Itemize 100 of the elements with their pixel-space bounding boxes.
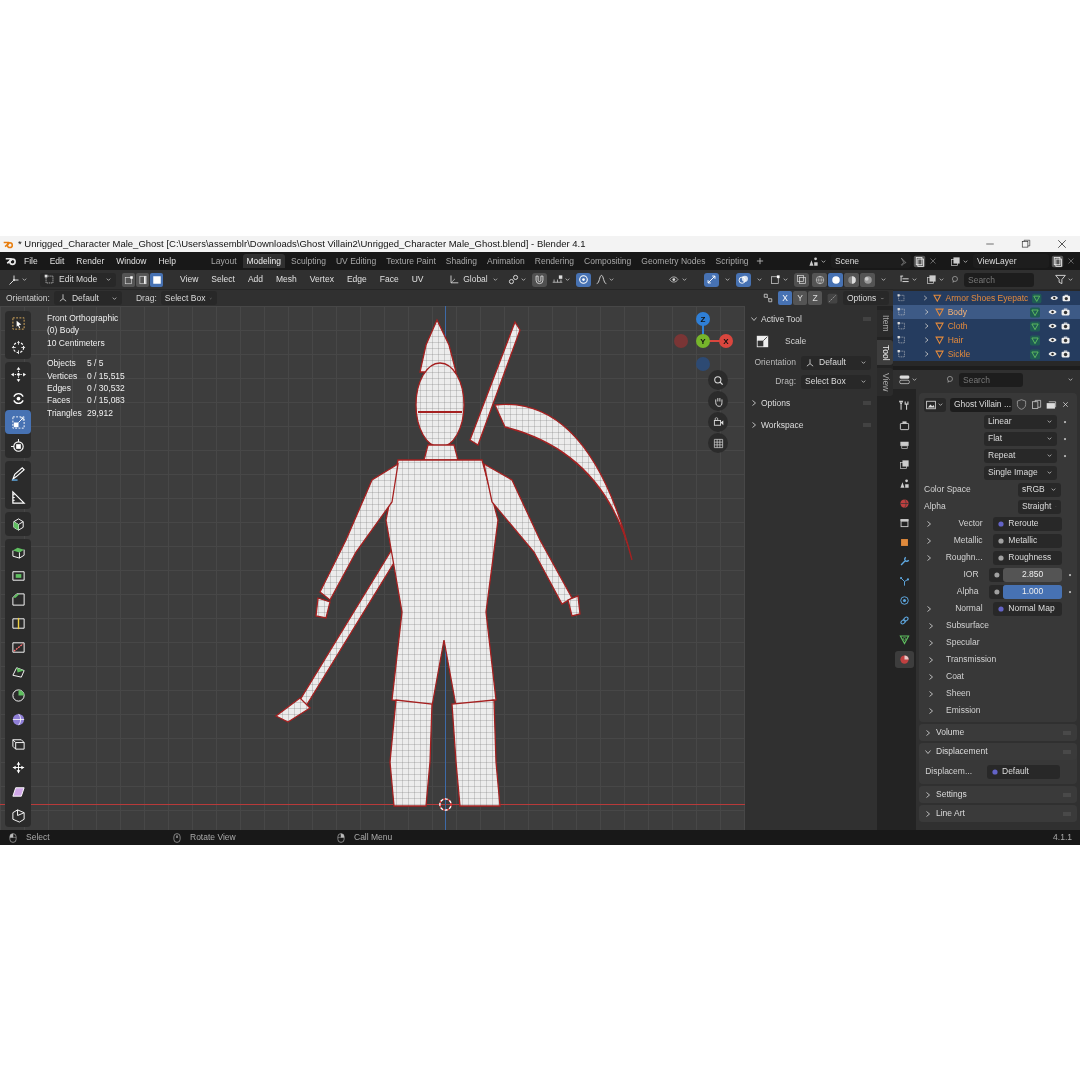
workspace-tab[interactable]: Scripting [711,253,753,269]
sidebar-tab[interactable]: Item [877,310,893,337]
field-dropdown[interactable]: Straight [1018,499,1061,514]
stat-label: Edges [47,382,73,395]
status-hint: Rotate View [190,832,236,843]
subpanel-title: Specular [946,637,980,648]
panel-title: Active Tool [761,313,802,325]
stat-label: Objects [47,357,77,370]
link-field[interactable]: Default [987,764,1060,779]
field-label: Drag: [774,376,796,387]
stat-value: 5 / 5 [87,357,105,370]
menu-item[interactable]: View [175,273,204,286]
viewport-info-text: Front Orthographic [47,313,119,323]
gizmo-axis[interactable]: Y [696,334,710,348]
workspace-tab[interactable]: Sculpting [287,253,330,269]
field-label: Color Space [924,484,971,495]
workspace-tab[interactable]: Compositing [580,253,636,269]
panel-header[interactable]: Active Tool [750,310,872,328]
mode-dropdown[interactable]: Edit Mode [40,272,116,287]
tool-name: Scale [785,335,807,347]
menu-item[interactable]: Edit [44,254,70,268]
stat-value: 0 / 15,083 [87,394,125,407]
window-title: * Unrigged_Character Male_Ghost [C:\Users\assemblr\Downloads\Ghost Villain2\Unrigged_Character Male_Ghost.blend] - Blender 4.1 [18,238,586,250]
subpanel-title: Subsurface [946,620,989,631]
menu-item[interactable]: File [19,254,43,268]
workspace-tab[interactable]: Geometry Nodes [637,253,710,269]
drag-dropdown[interactable]: Select Box [801,374,871,389]
search-field[interactable]: Search [959,372,1023,387]
link-field[interactable]: Normal Map [993,601,1062,616]
subpanel-title: Transmission [946,654,997,665]
panel-title: Line Art [936,808,965,819]
version-text: 4.1.1 [1053,832,1072,843]
object-name: Hair [947,334,965,346]
workspace-tab[interactable]: Layout [206,253,241,269]
menu-item[interactable]: Render [71,254,110,268]
sidebar-tab[interactable]: View [877,368,893,397]
axis-toggle[interactable]: X [778,291,792,305]
socket-label: Vector [957,518,983,529]
outliner-row[interactable]: Body [893,305,1080,319]
options-dropdown[interactable]: Options [843,291,889,305]
menu-item[interactable]: Edge [341,273,372,286]
subpanel-header[interactable]: Emission [924,702,1073,719]
outliner-row[interactable]: Armor Shoes Eyepatc [893,291,1080,305]
status-hint: Call Menu [354,832,393,843]
view-layer-name-field[interactable]: ViewLayer [973,254,1049,268]
link-field[interactable]: Roughness [993,550,1062,565]
viewport-info-text: 10 Centimeters [47,337,105,348]
orientation-dropdown[interactable]: Global [444,272,503,287]
workspace-tab[interactable]: Animation [482,253,529,269]
workspace-tab[interactable]: Rendering [530,253,578,269]
orientation-dropdown[interactable]: Default [53,291,122,305]
menu-item[interactable]: Face [374,273,404,286]
scene-name-field[interactable]: Scene [831,254,911,268]
field-label: Drag: [135,292,157,304]
number-input[interactable]: 2.850 [989,567,1063,582]
subpanel-header[interactable]: Transmission [924,651,1073,668]
subpanel-header[interactable]: Coat [924,668,1073,685]
stat-label: Vertices [47,369,79,383]
stat-value: 29,912 [87,406,114,420]
workspace-tab[interactable]: Texture Paint [382,253,440,269]
panel-title: Options [761,397,791,409]
image-setting-dropdown[interactable]: Single Image [984,465,1057,480]
slider-input[interactable]: 1.000 [989,584,1063,599]
menu-item[interactable]: Help [153,254,181,268]
link-field[interactable]: Metallic [993,533,1062,548]
workspace-tab[interactable]: Shading [441,253,481,269]
outliner-row[interactable]: Sickle [893,347,1080,361]
menu-item[interactable]: Add [242,273,269,286]
axis-toggle[interactable]: Y [793,291,807,305]
panel-header[interactable]: Options [750,394,872,412]
menu-item[interactable]: Select [206,273,240,286]
field-dropdown[interactable]: sRGB [1018,482,1061,497]
subpanel-title: Coat [946,671,964,682]
axis-toggle[interactable]: Z [808,291,822,305]
menu-item[interactable]: Mesh [271,273,302,286]
field-label: Orientation: [6,292,50,304]
subpanel-header[interactable]: Subsurface [924,617,1073,634]
subpanel-header[interactable]: Specular [924,634,1073,651]
image-setting-dropdown[interactable]: Repeat [984,448,1057,463]
panel-header[interactable]: Workspace [750,416,872,434]
link-field[interactable]: Reroute [993,516,1062,531]
subpanel-header[interactable]: Sheen [924,685,1073,702]
search-field[interactable]: Search [964,272,1034,287]
menu-item[interactable]: Window [111,254,152,268]
menu-item[interactable]: Vertex [304,273,339,286]
panel-title: Displacement [936,746,988,757]
workspace-tab[interactable]: Modeling [242,253,285,269]
drag-dropdown[interactable]: Select Box [160,291,217,305]
outliner-row[interactable]: Cloth [893,319,1080,333]
stat-value: 0 / 30,532 [87,382,125,395]
viewport-info-text: (0) Body [47,325,80,336]
socket-label: Metallic [952,535,983,546]
image-setting-dropdown[interactable]: Linear [984,414,1057,429]
image-name-field[interactable]: Ghost Villain ... [950,397,1012,412]
image-setting-dropdown[interactable]: Flat [984,431,1057,446]
orientation-dropdown[interactable]: Default [801,355,871,370]
workspace-tab[interactable]: UV Editing [331,253,381,269]
outliner-row[interactable]: Hair [893,333,1080,347]
menu-item[interactable]: UV [406,273,429,286]
sidebar-tab[interactable]: Tool [877,339,893,366]
